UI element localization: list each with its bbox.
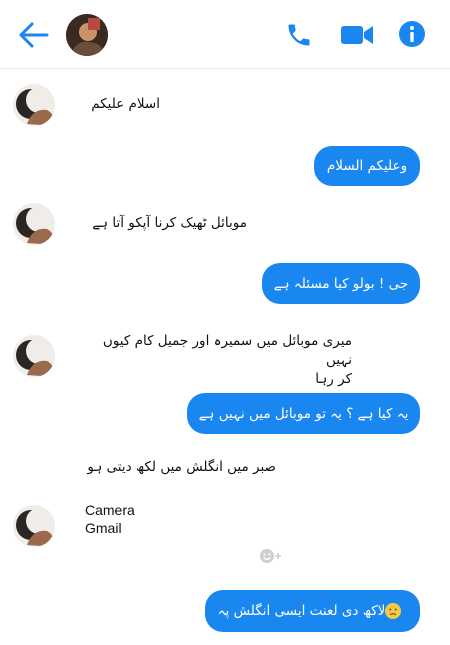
message-line: کر رہا — [315, 371, 352, 387]
message-text: لاکھ دی لعنت ایسی انگلش پہ — [217, 603, 386, 619]
incoming-message: Camera Gmail — [85, 501, 205, 537]
incoming-message: صبر میں انگلش میں لکھ دیتی ہو — [87, 459, 276, 475]
outgoing-message: جی ! بولو کیا مسئلہ ہے — [262, 263, 420, 304]
chat-header — [0, 0, 450, 69]
incoming-message: اسلام علیکم — [91, 96, 160, 112]
add-reaction-icon[interactable] — [259, 548, 283, 564]
outgoing-message: لاکھ دی لعنت ایسی انگلش پہ — [205, 590, 420, 632]
message-line: Camera — [85, 502, 135, 518]
contact-avatar[interactable] — [66, 14, 108, 56]
sad-face-emoji — [385, 603, 402, 619]
outgoing-message: یہ کیا ہے ؟ یہ تو موبائل میں نہیں ہے — [187, 393, 420, 434]
sender-avatar[interactable] — [13, 203, 55, 245]
sender-avatar[interactable] — [13, 335, 55, 377]
sender-avatar[interactable] — [13, 84, 55, 126]
info-icon[interactable] — [398, 20, 426, 48]
incoming-message: موبائل ٹھیک کرنا آپکو آتا ہے — [92, 215, 247, 231]
outgoing-message: وعلیکم السلام — [314, 146, 420, 186]
phone-icon[interactable] — [284, 20, 314, 50]
message-line: میری موبائل میں سمیرہ اور جمیل کام کیوں … — [102, 333, 352, 368]
video-camera-icon[interactable] — [340, 22, 374, 48]
incoming-message: میری موبائل میں سمیرہ اور جمیل کام کیوں … — [80, 332, 352, 389]
message-line: Gmail — [85, 520, 122, 536]
arrow-left-icon[interactable] — [16, 20, 50, 50]
sender-avatar[interactable] — [13, 505, 55, 547]
